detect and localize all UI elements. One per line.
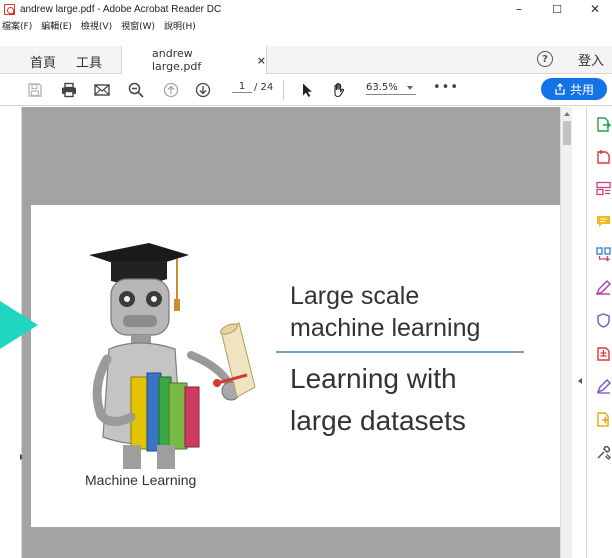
share-button-label: 共用	[569, 82, 594, 97]
toolbar-divider	[283, 80, 284, 100]
vertical-scrollbar[interactable]	[560, 107, 572, 558]
robot-caption: Machine Learning	[85, 472, 197, 488]
acrobat-app-icon	[4, 3, 15, 15]
document-tab-label: andrew large.pdf	[152, 47, 202, 73]
page-total: / 24	[254, 82, 274, 93]
more-tools-icon[interactable]	[596, 412, 611, 427]
close-tab-icon[interactable]: ×	[257, 54, 266, 67]
close-window-button[interactable]: ✕	[578, 0, 612, 18]
collapse-tools-pane-icon[interactable]	[578, 378, 582, 384]
send-for-review-icon[interactable]	[596, 346, 611, 361]
tools-pane	[572, 107, 612, 558]
scroll-up-icon[interactable]	[564, 112, 570, 116]
edit-pdf-icon[interactable]	[596, 181, 611, 196]
slide-title: Large scale machine learning	[290, 280, 480, 344]
chevron-down-icon[interactable]	[407, 86, 413, 90]
organize-pages-icon[interactable]	[596, 247, 611, 262]
slide-title-line-1: Large scale	[290, 282, 420, 310]
sign-icon[interactable]	[596, 379, 611, 394]
save-icon[interactable]	[27, 82, 43, 98]
menu-window[interactable]: 視窗(W)	[121, 19, 155, 32]
select-cursor-icon[interactable]	[299, 82, 315, 98]
slide-title-line-2: machine learning	[290, 314, 481, 342]
customize-tools-icon[interactable]	[596, 445, 611, 460]
export-pdf-icon[interactable]	[596, 117, 611, 132]
minimize-button[interactable]: –	[502, 0, 536, 18]
create-pdf-icon[interactable]	[596, 149, 611, 164]
help-icon[interactable]: ?	[537, 51, 553, 67]
hand-tool-icon[interactable]	[331, 82, 347, 98]
slide-subtitle-line-2: large datasets	[290, 405, 466, 436]
robot-illustration	[89, 243, 256, 469]
print-icon[interactable]	[61, 82, 77, 98]
toolbar	[0, 74, 612, 106]
slide-title-divider	[276, 351, 524, 353]
scrollbar-thumb[interactable]	[563, 121, 571, 145]
menu-file[interactable]: 檔案(F)	[2, 19, 32, 32]
tab-tools[interactable]: 工具	[76, 52, 102, 71]
menu-view[interactable]: 檢視(V)	[81, 19, 112, 32]
protect-icon[interactable]	[596, 313, 611, 328]
slide-subtitle: Learning with large datasets	[290, 358, 466, 442]
page-number-input[interactable]: 1	[232, 81, 252, 93]
slide-subtitle-line-1: Learning with	[290, 363, 457, 394]
menu-help[interactable]: 說明(H)	[164, 19, 196, 32]
sign-in-link[interactable]: 登入	[578, 50, 604, 69]
menu-edit[interactable]: 編輯(E)	[41, 19, 72, 32]
pdf-page: Machine Learning Large scale machine lea…	[31, 205, 560, 527]
tab-document[interactable]: andrew large.pdf ×	[121, 46, 267, 74]
maximize-button[interactable]: ☐	[540, 0, 574, 18]
tools-pane-divider	[586, 107, 587, 558]
email-icon[interactable]	[94, 82, 110, 98]
document-viewport[interactable]: Machine Learning Large scale machine lea…	[22, 107, 560, 558]
fill-sign-icon[interactable]	[596, 280, 611, 295]
more-tools-button[interactable]: •••	[433, 80, 459, 95]
tab-bar: 首頁 工具 andrew large.pdf ×	[0, 46, 612, 74]
window-title: andrew large.pdf - Adobe Acrobat Reader …	[20, 3, 222, 15]
zoom-out-icon[interactable]	[128, 82, 144, 98]
menu-bar: 檔案(F) 編輯(E) 檢視(V) 視窗(W) 說明(H)	[0, 18, 612, 32]
share-button[interactable]: 共用	[541, 78, 607, 100]
tab-home[interactable]: 首頁	[30, 52, 56, 71]
pointer-arrow-icon	[0, 301, 38, 349]
share-icon	[555, 83, 565, 95]
page-down-icon[interactable]	[195, 82, 211, 98]
page-up-icon[interactable]	[163, 82, 179, 98]
comment-icon[interactable]	[596, 214, 611, 229]
